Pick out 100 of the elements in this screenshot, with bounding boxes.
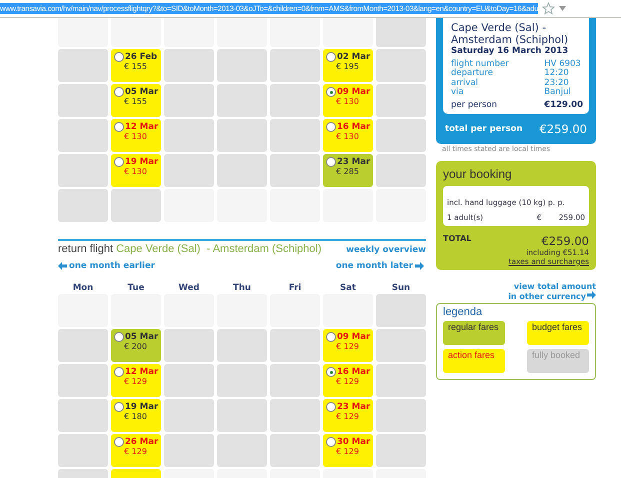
fare-day-cell[interactable]: 05 Mar € 155 — [111, 84, 161, 117]
radio-button[interactable] — [114, 87, 124, 97]
radio-button[interactable] — [326, 157, 336, 167]
unavailable-day-cell — [217, 119, 267, 152]
weekday-label: Mon — [72, 283, 94, 293]
fare-day-cell[interactable]: 09 Mar € 130 — [323, 84, 373, 117]
radio-button[interactable] — [114, 367, 124, 377]
unavailable-day-cell — [58, 189, 108, 222]
unavailable-day-cell — [376, 294, 426, 327]
weekday-label: Wed — [178, 283, 200, 293]
legend-item: action fares — [443, 349, 505, 374]
unavailable-day-cell — [58, 84, 108, 117]
fare-day-cell[interactable]: 05 Mar € 200 — [111, 329, 161, 362]
unavailable-day-cell — [217, 399, 267, 432]
radio-button[interactable] — [326, 87, 336, 97]
radio-button[interactable] — [326, 52, 336, 62]
unavailable-day-cell — [376, 84, 426, 117]
previous-month-link[interactable]: one month earlier — [58, 261, 155, 271]
fare-price: € 129 — [336, 447, 359, 456]
empty-day-cell — [323, 18, 373, 47]
fare-date: 23 Mar — [337, 402, 370, 412]
fare-date: 16 Mar — [337, 122, 370, 132]
unavailable-day-cell — [58, 364, 108, 397]
unavailable-day-cell — [270, 329, 320, 362]
fare-date: 26 Feb — [125, 52, 158, 62]
unavailable-day-cell — [270, 364, 320, 397]
fare-day-cell[interactable]: 26 Mar € 129 — [111, 434, 161, 467]
fare-date: 26 Mar — [125, 437, 158, 447]
flight-date: Saturday 16 March 2013 — [451, 46, 570, 56]
weekday-label: Sat — [339, 283, 357, 293]
radio-button[interactable] — [114, 332, 124, 342]
fare-day-cell[interactable]: 23 Mar € 129 — [323, 399, 373, 432]
detail-label: departure — [451, 69, 494, 78]
fare-price: € 130 — [124, 132, 147, 141]
radio-button[interactable] — [114, 52, 124, 62]
fare-date: 16 Mar — [337, 367, 370, 377]
unavailable-day-cell — [164, 154, 214, 187]
next-month-link[interactable]: one month later — [336, 261, 424, 271]
fare-price: € 130 — [336, 132, 359, 141]
radio-button[interactable] — [326, 402, 336, 412]
other-currency-link[interactable]: view total amount in other currency — [508, 282, 596, 302]
unavailable-day-cell — [376, 329, 426, 362]
return-flight-heading: return flight Cape Verde (Sal) - Amsterdam (Schiphol) — [58, 243, 322, 255]
weekday-label: Sun — [390, 283, 412, 293]
unavailable-day-cell — [164, 434, 214, 467]
fare-day-cell[interactable]: 30 Mar € 129 — [323, 434, 373, 467]
fare-price: € 129 — [336, 342, 359, 351]
radio-button[interactable] — [114, 122, 124, 132]
radio-button[interactable] — [326, 332, 336, 342]
radio-button[interactable] — [326, 437, 336, 447]
legend-title: legenda — [443, 306, 484, 318]
fare-day-cell[interactable]: 09 Mar € 129 — [323, 329, 373, 362]
detail-value: HV 6903 — [544, 60, 582, 70]
unavailable-day-cell — [376, 18, 426, 47]
fare-price: € 200 — [124, 342, 147, 351]
weekday-label: Tue — [126, 283, 146, 293]
fare-day-cell[interactable]: 12 Mar € 129 — [111, 364, 161, 397]
total-per-person-price: €259.00 — [539, 122, 587, 136]
fare-price: € 285 — [336, 167, 359, 176]
dropdown-caret-icon[interactable] — [559, 6, 566, 11]
fare-date: 19 Mar — [125, 402, 158, 412]
fare-day-cell[interactable]: 16 Mar € 129 — [323, 364, 373, 397]
detail-label: via — [451, 88, 465, 98]
fare-day-cell[interactable]: 23 Mar € 285 — [323, 154, 373, 187]
unavailable-day-cell — [111, 189, 161, 222]
weekday-label: Fri — [288, 283, 302, 293]
total-price: €259.00 — [541, 234, 589, 248]
legend-item: regular fares — [443, 321, 505, 346]
detail-label: arrival — [451, 78, 480, 88]
unavailable-day-cell — [270, 399, 320, 432]
empty-day-cell — [58, 18, 108, 47]
detail-value: 12:20 — [544, 69, 570, 78]
legend-item: fully booked — [527, 349, 589, 374]
fare-price: € 155 — [124, 97, 147, 106]
weekly-overview-link[interactable]: weekly overview — [346, 245, 426, 255]
star-icon[interactable] — [542, 2, 556, 15]
unavailable-day-cell — [376, 154, 426, 187]
weekday-label: Thu — [232, 283, 252, 293]
unavailable-day-cell — [164, 84, 214, 117]
radio-button[interactable] — [114, 157, 124, 167]
unavailable-day-cell — [376, 364, 426, 397]
radio-button[interactable] — [326, 122, 336, 132]
fare-price: € 155 — [124, 62, 147, 71]
radio-button[interactable] — [114, 437, 124, 447]
unavailable-day-cell — [217, 154, 267, 187]
fare-day-cell[interactable]: 19 Mar € 130 — [111, 154, 161, 187]
unavailable-day-cell — [270, 84, 320, 117]
fare-price: € 130 — [124, 167, 147, 176]
empty-day-cell — [270, 18, 320, 47]
unavailable-day-cell — [376, 399, 426, 432]
fare-day-cell[interactable]: 26 Feb € 155 — [111, 49, 161, 82]
fare-day-cell[interactable]: 16 Mar € 130 — [323, 119, 373, 152]
radio-button[interactable] — [326, 367, 336, 377]
radio-button[interactable] — [114, 402, 124, 412]
fare-price: € 129 — [336, 377, 359, 386]
fare-day-cell[interactable]: 19 Mar € 180 — [111, 399, 161, 432]
unavailable-day-cell — [164, 329, 214, 362]
unavailable-day-cell — [58, 154, 108, 187]
fare-day-cell[interactable]: 12 Mar € 130 — [111, 119, 161, 152]
fare-day-cell[interactable]: 02 Mar € 195 — [323, 49, 373, 82]
